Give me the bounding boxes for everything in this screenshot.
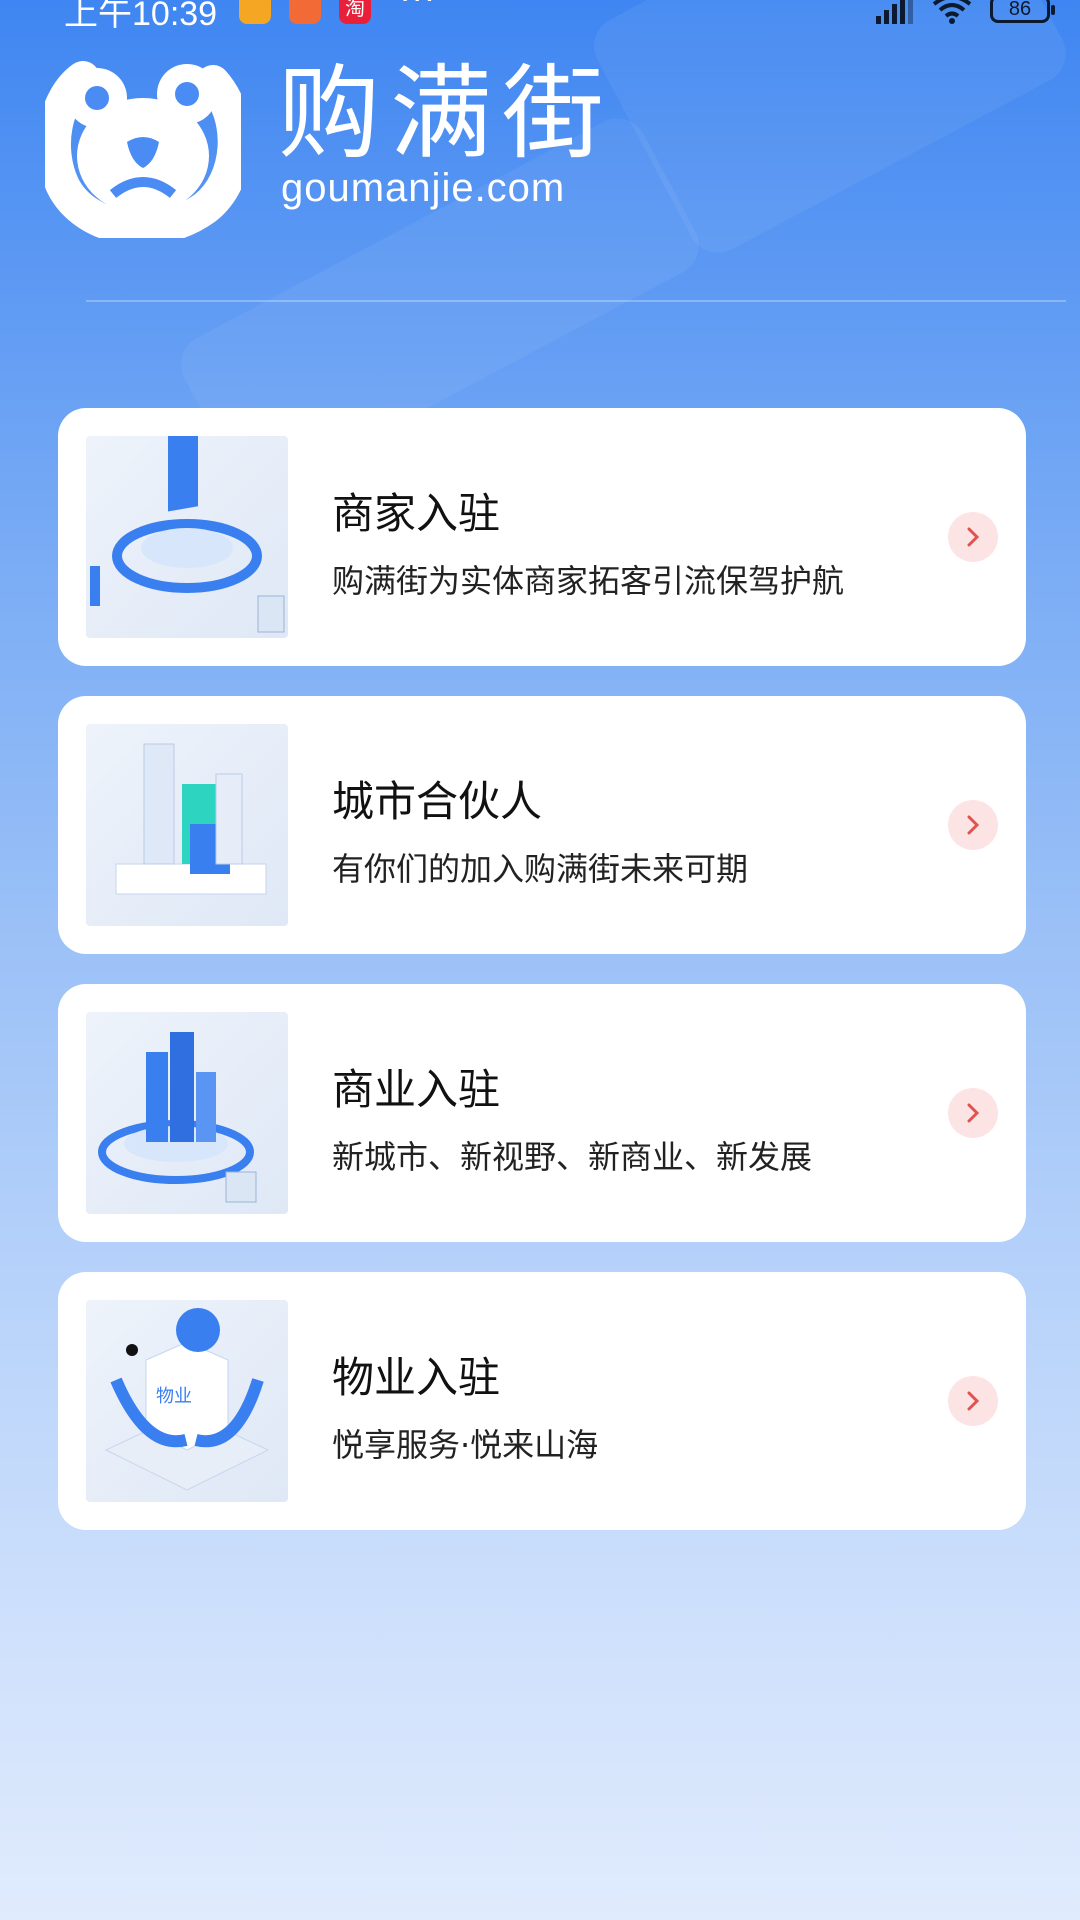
status-right-group: 86 [874,0,1055,26]
merchant-platform-illustration-icon [86,436,288,638]
card-description: 有你们的加入购满街未来可期 [332,850,749,888]
merchant-entry-card[interactable]: 商家入驻 购满街为实体商家拓客引流保驾护航 [58,408,1026,666]
card-description: 悦享服务·悦来山海 [332,1426,599,1464]
business-entry-card[interactable]: 商业入驻 新城市、新视野、新商业、新发展 [58,984,1026,1242]
chevron-right-icon[interactable] [948,1088,998,1138]
property-box-illustration-icon: 物业 [86,1300,288,1502]
chevron-right-icon[interactable] [948,1376,998,1426]
more-notifications-icon: ··· [400,0,437,18]
taobao-notification-icon: 淘 [339,0,371,24]
battery-level: 86 [1008,0,1032,20]
status-bar: 上午10:39 淘 ··· 86 [0,0,1080,40]
chevron-right-icon[interactable] [948,512,998,562]
brand-name: 购满街 [278,55,614,174]
battery-indicator: 86 [990,0,1055,23]
notification-app-icon [289,0,321,24]
signal-icon [876,0,913,24]
property-entry-card[interactable]: 物业 物业入驻 悦享服务·悦来山海 [58,1272,1026,1530]
thumb-label: 物业 [156,1386,192,1407]
wifi-icon [932,0,972,24]
card-title: 城市合伙人 [332,777,543,826]
chevron-right-icon[interactable] [948,800,998,850]
card-description: 新城市、新视野、新商业、新发展 [332,1138,813,1176]
card-title: 物业入驻 [332,1353,501,1402]
city-buildings-illustration-icon [86,724,288,926]
city-partner-card[interactable]: 城市合伙人 有你们的加入购满街未来可期 [58,696,1026,954]
brand-logo-icon [45,61,241,238]
card-title: 商业入驻 [332,1065,501,1114]
status-time: 上午10:39 [64,0,218,33]
notification-message-icon [239,0,271,24]
brand-domain: goumanjie.com [281,166,566,210]
card-description: 购满街为实体商家拓客引流保驾护航 [332,562,845,600]
business-tower-illustration-icon [86,1012,288,1214]
card-title: 商家入驻 [332,489,501,538]
header-divider [86,300,1066,302]
